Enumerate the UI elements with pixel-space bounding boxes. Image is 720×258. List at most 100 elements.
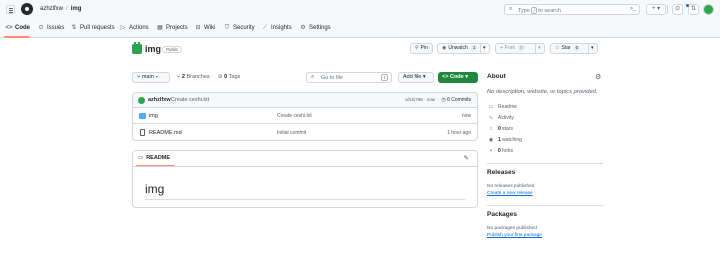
header-divider bbox=[667, 5, 668, 14]
releases-heading[interactable]: Releases bbox=[487, 169, 515, 176]
pin-button[interactable]: ⚲ Pin bbox=[410, 43, 433, 54]
pulse-icon: ∿ bbox=[488, 115, 494, 121]
watch-count: 1 bbox=[470, 45, 478, 51]
pin-icon: ⚲ bbox=[415, 45, 419, 51]
divider bbox=[487, 205, 603, 206]
gear-icon: ⚙ bbox=[300, 25, 306, 31]
repo-nav: <> Code ⊙ Issues ⇅ Pull requests ▷ Actions ▦… bbox=[0, 19, 720, 38]
commit-author-avatar[interactable] bbox=[138, 97, 145, 104]
breadcrumb: azhzlfxw / img bbox=[40, 6, 81, 12]
create-new-button[interactable]: + ▾ bbox=[646, 4, 666, 15]
star-icon: ☆ bbox=[488, 126, 494, 132]
packages-note: No packages published bbox=[487, 226, 537, 231]
repo-sidebar: About ⚙ No description, website, or topi… bbox=[487, 0, 603, 258]
visibility-badge: Public bbox=[162, 46, 183, 53]
repo-avatar bbox=[132, 42, 142, 54]
branch-icon: ⑂ bbox=[177, 74, 181, 80]
commit-info[interactable]: a7d1768 · now bbox=[405, 97, 435, 102]
chevron-down-icon[interactable]: ▾ bbox=[483, 44, 486, 53]
code-icon: <> bbox=[5, 25, 13, 31]
stars-link[interactable]: ☆ 0 stars bbox=[487, 125, 513, 133]
about-description: No description, website, or topics provi… bbox=[487, 89, 598, 95]
history-icon: ◷ bbox=[441, 97, 446, 103]
table-icon: ▦ bbox=[157, 25, 163, 31]
code-button[interactable]: <> Code ▾ bbox=[438, 72, 478, 83]
shortcut-key: t bbox=[381, 74, 388, 81]
branch-selector[interactable]: ⑂ main ▾ bbox=[132, 72, 170, 83]
file-name[interactable]: README.md bbox=[149, 130, 182, 136]
shield-icon: ⛉ bbox=[224, 25, 230, 31]
branches-link[interactable]: ⑂ 2 Branches bbox=[177, 72, 210, 83]
play-icon: ▷ bbox=[120, 25, 126, 31]
command-palette-icon[interactable]: >_ bbox=[630, 6, 636, 12]
readme-panel: ▭ README ✎ img bbox=[132, 150, 478, 208]
folder-icon bbox=[139, 113, 146, 119]
add-file-button[interactable]: Add file ▾ bbox=[398, 72, 434, 83]
breadcrumb-repo[interactable]: img bbox=[71, 6, 82, 12]
tab-code[interactable]: <> Code bbox=[5, 23, 30, 34]
global-header: azhzlfxw / img ⌕ Type / to search >_ + ▾ ⊙… bbox=[0, 0, 720, 19]
breadcrumb-separator: / bbox=[66, 6, 68, 12]
file-commit-message[interactable]: Initial commit bbox=[277, 130, 306, 136]
search-icon: ⌕ bbox=[311, 74, 315, 80]
file-icon bbox=[140, 129, 145, 136]
tag-icon: ⊘ bbox=[218, 74, 223, 80]
commit-message[interactable]: Create ceshi.txt bbox=[171, 97, 209, 103]
file-date: now bbox=[461, 113, 471, 119]
go-to-file-input[interactable]: ⌕ Go to file t bbox=[306, 72, 392, 83]
readme-heading: img bbox=[145, 182, 165, 196]
eye-icon: ◉ bbox=[442, 45, 447, 51]
branch-icon: ⑂ bbox=[137, 74, 141, 80]
issue-icon: ⊙ bbox=[38, 25, 44, 31]
issue-icon[interactable]: ⊙ bbox=[672, 4, 683, 15]
chevron-down-icon: ▾ bbox=[422, 74, 426, 80]
notification-dot bbox=[686, 4, 689, 7]
file-date: 1 hour ago bbox=[447, 130, 471, 136]
github-logo-icon[interactable] bbox=[21, 3, 33, 15]
tab-security[interactable]: ⛉ Security bbox=[223, 23, 255, 34]
forks-link[interactable]: ⑂ 0 forks bbox=[487, 147, 513, 155]
file-commit-message[interactable]: Create ceshi.txt bbox=[277, 113, 312, 119]
latest-commit-bar: azhzlfxw Create ceshi.txt a7d1768 · now … bbox=[133, 93, 477, 108]
commit-author[interactable]: azhzlfxw bbox=[148, 97, 171, 103]
book-icon: ▭ bbox=[138, 155, 144, 161]
book-icon: ▭ bbox=[488, 104, 494, 110]
releases-note: No releases published bbox=[487, 184, 535, 189]
tab-issues[interactable]: ⊙ Issues bbox=[37, 23, 64, 34]
table-row[interactable]: README.md Initial commit 1 hour ago bbox=[133, 125, 477, 140]
create-release-link[interactable]: Create a new release bbox=[487, 191, 533, 196]
user-avatar[interactable] bbox=[703, 4, 714, 15]
readme-link[interactable]: ▭ Readme bbox=[487, 103, 517, 111]
tab-settings[interactable]: ⚙ Settings bbox=[299, 23, 330, 34]
pull-request-icon: ⇅ bbox=[71, 25, 77, 31]
pull-request-icon[interactable]: ⇅ bbox=[688, 4, 699, 15]
divider bbox=[133, 166, 477, 167]
unwatch-button[interactable]: ◉ Unwatch 1 ▾ bbox=[437, 43, 490, 54]
file-name[interactable]: img bbox=[149, 113, 158, 119]
code-icon: <> bbox=[442, 74, 449, 80]
packages-heading[interactable]: Packages bbox=[487, 211, 517, 218]
table-row[interactable]: img Create ceshi.txt now bbox=[133, 108, 477, 124]
publish-package-link[interactable]: Publish your first package bbox=[487, 233, 542, 238]
breadcrumb-owner[interactable]: azhzlfxw bbox=[40, 6, 63, 12]
tab-pull-requests[interactable]: ⇅ Pull requests bbox=[70, 23, 114, 34]
tab-actions[interactable]: ▷ Actions bbox=[119, 23, 149, 34]
gear-icon[interactable]: ⚙ bbox=[595, 73, 601, 81]
file-list: azhzlfxw Create ceshi.txt a7d1768 · now … bbox=[132, 92, 478, 141]
tab-projects[interactable]: ▦ Projects bbox=[156, 23, 188, 34]
repo-title[interactable]: img bbox=[145, 44, 161, 54]
graph-icon: ⟋ bbox=[262, 25, 268, 31]
activity-link[interactable]: ∿ Activity bbox=[487, 114, 514, 122]
heading-rule bbox=[145, 199, 465, 200]
eye-icon: ◉ bbox=[488, 137, 494, 143]
tags-link[interactable]: ⊘ 0 Tags bbox=[218, 72, 240, 83]
menu-icon[interactable] bbox=[6, 5, 15, 14]
book-icon: ⊟ bbox=[195, 25, 201, 31]
commits-link[interactable]: ◷ 6 Commits bbox=[441, 97, 471, 103]
readme-tab[interactable]: ▭ README bbox=[138, 155, 170, 161]
watching-link[interactable]: ◉ 1 watching bbox=[487, 136, 522, 144]
tab-wiki[interactable]: ⊟ Wiki bbox=[194, 23, 215, 34]
pencil-icon[interactable]: ✎ bbox=[464, 154, 469, 162]
chevron-down-icon: ▾ bbox=[465, 74, 469, 80]
tab-insights[interactable]: ⟋ Insights bbox=[261, 23, 292, 34]
